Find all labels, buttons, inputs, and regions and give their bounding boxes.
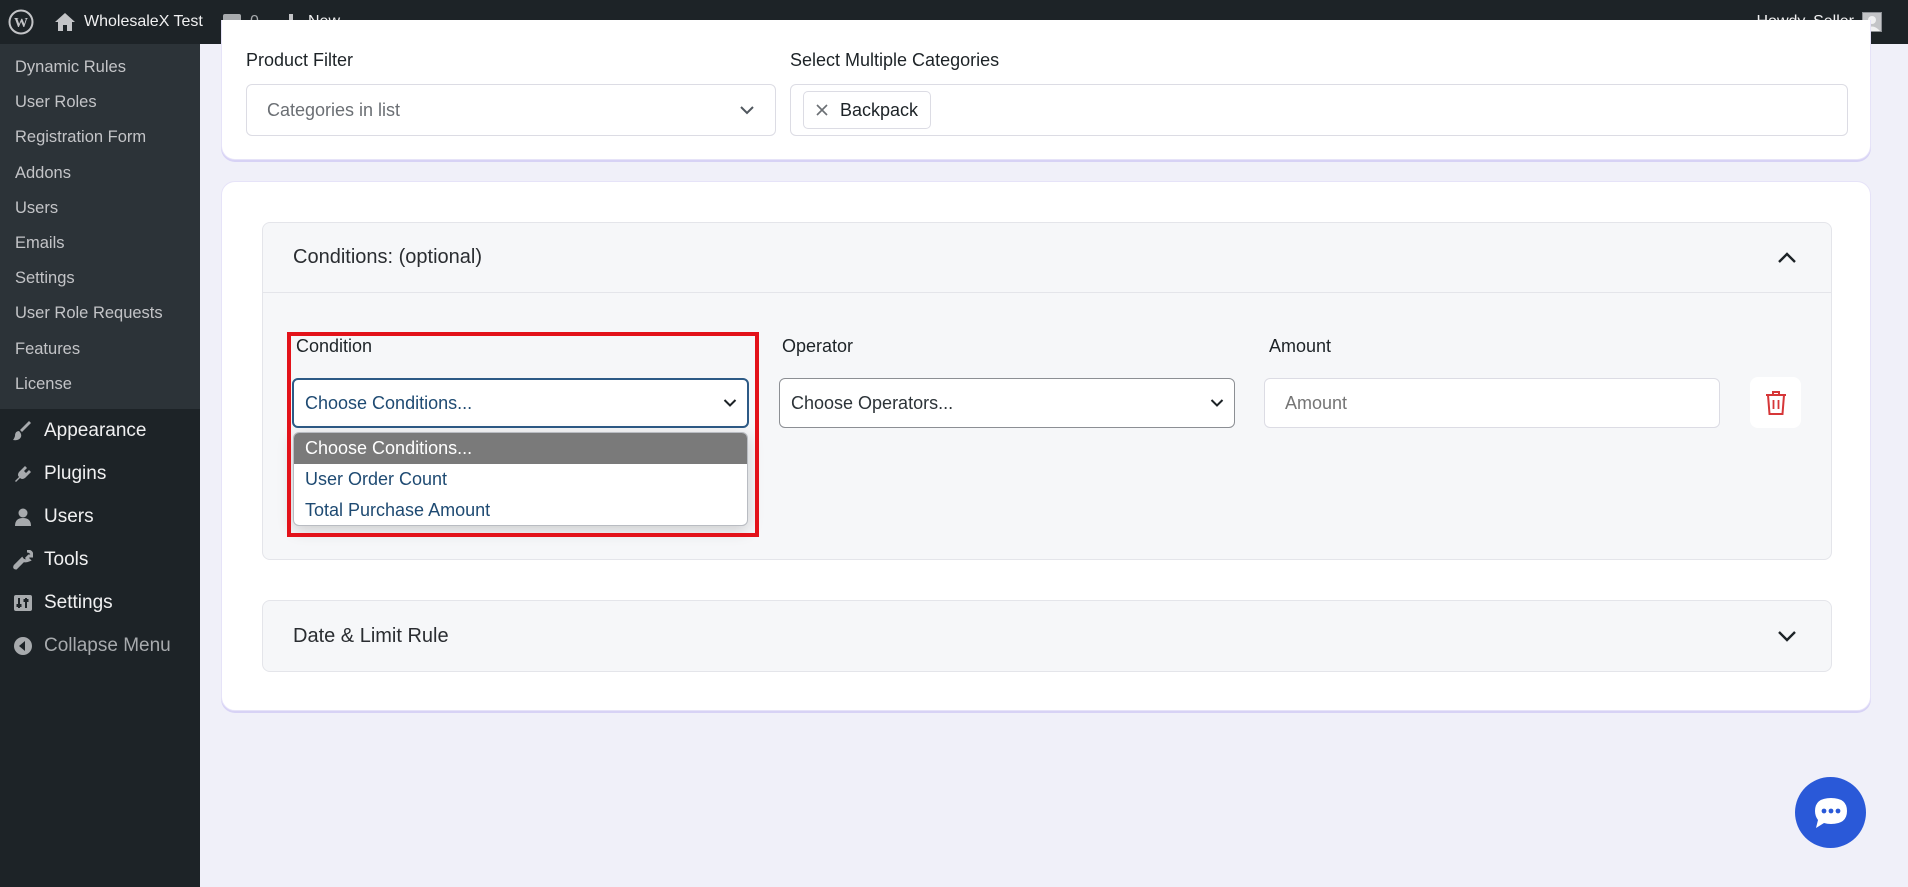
condition-label: Condition bbox=[296, 336, 373, 356]
remove-tag-icon[interactable] bbox=[816, 104, 828, 116]
submenu-emails[interactable]: Emails bbox=[0, 226, 200, 261]
plugin-icon bbox=[12, 463, 34, 485]
wrench-icon bbox=[12, 549, 34, 571]
categories-label: Select Multiple Categories bbox=[790, 50, 1000, 70]
condition-option[interactable]: Choose Conditions... bbox=[294, 433, 747, 464]
wholesalex-submenu: Dynamic Rules User Roles Registration Fo… bbox=[0, 44, 200, 409]
amount-label: Amount bbox=[1269, 336, 1332, 356]
trash-icon bbox=[1765, 390, 1786, 415]
submenu-license[interactable]: License bbox=[0, 367, 200, 402]
chevron-up-icon[interactable] bbox=[1777, 251, 1797, 264]
date-limit-title: Date & Limit Rule bbox=[293, 624, 449, 647]
menu-label: Settings bbox=[44, 591, 113, 613]
chevron-down-icon bbox=[740, 106, 754, 115]
svg-text:W: W bbox=[14, 16, 28, 31]
chevron-down-icon bbox=[723, 399, 737, 407]
submenu-settings[interactable]: Settings bbox=[0, 261, 200, 296]
submenu-features[interactable]: Features bbox=[0, 332, 200, 367]
menu-plugins[interactable]: Plugins bbox=[0, 452, 200, 495]
submenu-dynamic-rules[interactable]: Dynamic Rules bbox=[0, 50, 200, 85]
submenu-users[interactable]: Users bbox=[0, 191, 200, 226]
condition-select-value: Choose Conditions... bbox=[305, 392, 473, 413]
menu-label: Plugins bbox=[44, 462, 107, 484]
condition-option[interactable]: Total Purchase Amount bbox=[294, 495, 747, 525]
condition-options-list: Choose Conditions... User Order Count To… bbox=[293, 432, 748, 526]
operator-select-value: Choose Operators... bbox=[791, 392, 954, 413]
product-filter-label: Product Filter bbox=[246, 50, 354, 70]
menu-collapse[interactable]: Collapse Menu bbox=[0, 624, 200, 667]
chevron-down-icon bbox=[1210, 399, 1224, 407]
wordpress-logo-icon[interactable]: W bbox=[8, 0, 34, 44]
collapse-icon bbox=[12, 635, 34, 657]
conditions-header[interactable]: Conditions: (optional) bbox=[263, 223, 1831, 293]
settings-icon bbox=[12, 592, 34, 614]
product-filter-card: Product Filter Categories in list Select… bbox=[221, 20, 1871, 160]
submenu-user-roles[interactable]: User Roles bbox=[0, 85, 200, 120]
operator-select[interactable]: Choose Operators... bbox=[779, 378, 1235, 428]
chat-button[interactable] bbox=[1795, 777, 1866, 848]
condition-select[interactable]: Choose Conditions... bbox=[292, 378, 749, 428]
site-name: WholesaleX Test bbox=[84, 13, 203, 30]
admin-sidebar: Dynamic Rules User Roles Registration Fo… bbox=[0, 44, 200, 887]
home-icon bbox=[55, 13, 75, 31]
menu-users[interactable]: Users bbox=[0, 495, 200, 538]
amount-input[interactable] bbox=[1264, 378, 1720, 428]
menu-settings[interactable]: Settings bbox=[0, 581, 200, 624]
window-edge bbox=[1890, 44, 1908, 887]
menu-label: Tools bbox=[44, 548, 89, 570]
operator-label: Operator bbox=[782, 336, 854, 356]
menu-label: Collapse Menu bbox=[44, 634, 171, 656]
conditions-title: Conditions: (optional) bbox=[293, 246, 482, 268]
paintbrush-icon bbox=[12, 420, 34, 442]
delete-condition-button[interactable] bbox=[1750, 377, 1801, 428]
category-tag: Backpack bbox=[803, 91, 932, 129]
submenu-registration-form[interactable]: Registration Form bbox=[0, 120, 200, 155]
categories-multiselect[interactable]: Backpack bbox=[790, 84, 1848, 136]
chat-icon bbox=[1814, 797, 1847, 828]
product-filter-value: Categories in list bbox=[267, 99, 401, 120]
menu-label: Users bbox=[44, 505, 94, 527]
chevron-down-icon[interactable] bbox=[1777, 630, 1797, 642]
submenu-addons[interactable]: Addons bbox=[0, 156, 200, 191]
date-limit-section: Date & Limit Rule bbox=[262, 600, 1832, 672]
submenu-user-role-requests[interactable]: User Role Requests bbox=[0, 296, 200, 331]
date-limit-header[interactable]: Date & Limit Rule bbox=[263, 601, 1831, 671]
product-filter-select[interactable]: Categories in list bbox=[246, 84, 776, 136]
user-icon bbox=[12, 506, 34, 528]
category-tag-label: Backpack bbox=[840, 99, 919, 120]
condition-option[interactable]: User Order Count bbox=[294, 464, 747, 495]
menu-tools[interactable]: Tools bbox=[0, 538, 200, 581]
menu-appearance[interactable]: Appearance bbox=[0, 409, 200, 452]
site-name-link[interactable]: WholesaleX Test bbox=[54, 0, 203, 44]
menu-label: Appearance bbox=[44, 419, 147, 441]
